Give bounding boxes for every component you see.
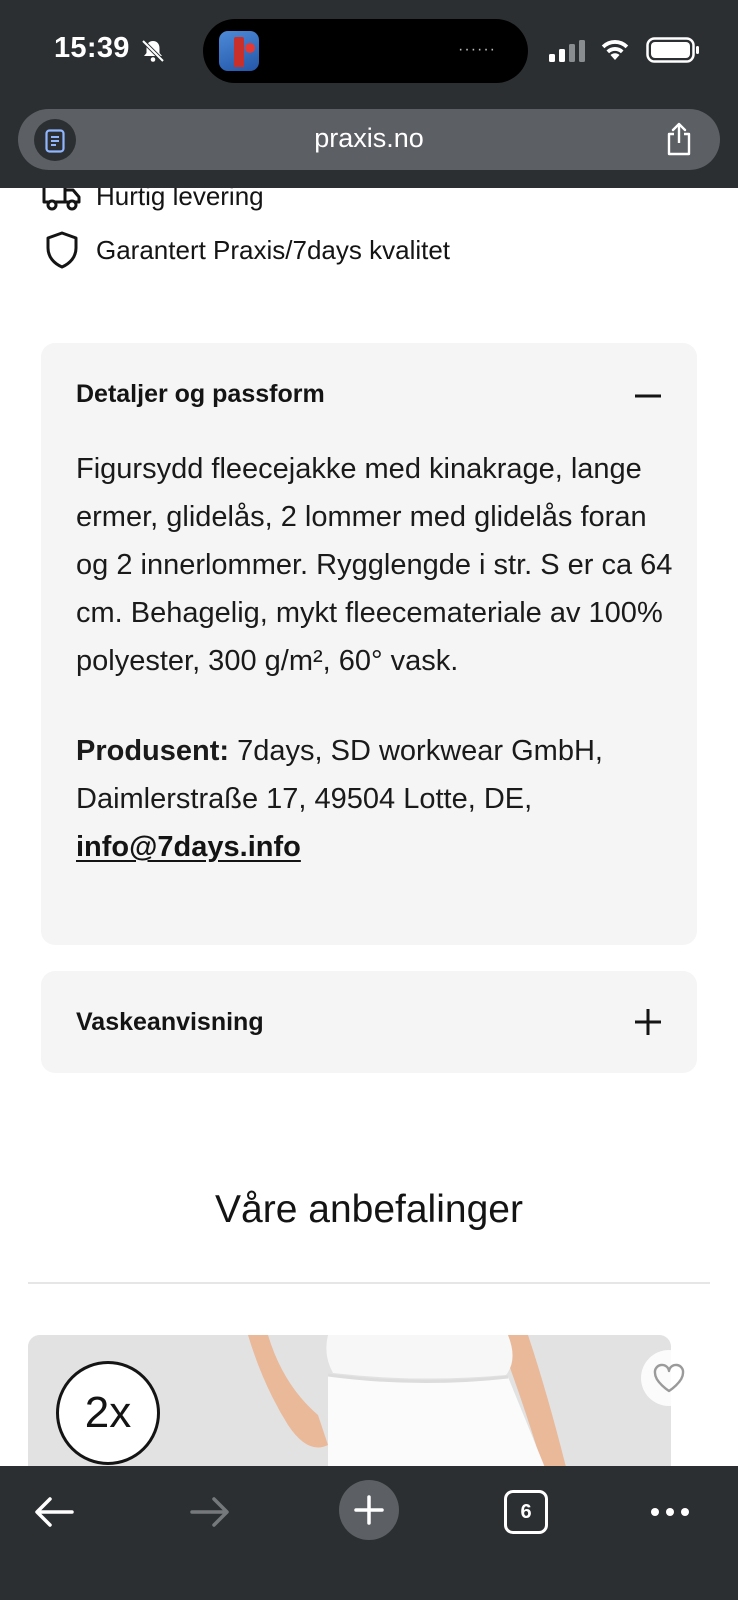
arrow-left-icon [35, 1497, 74, 1527]
bell-slash-icon [141, 39, 165, 63]
share-icon[interactable] [664, 122, 694, 156]
truck-icon [42, 188, 81, 211]
url-text[interactable]: praxis.no [18, 123, 720, 154]
tabs-button[interactable]: 6 [504, 1490, 548, 1534]
wifi-icon [601, 39, 629, 60]
signal-icon [549, 40, 585, 62]
accordion-washing-instructions[interactable]: Vaskeanvisning [41, 971, 697, 1073]
more-button[interactable] [640, 1482, 700, 1542]
divider [28, 1282, 710, 1284]
plus-icon[interactable] [633, 1007, 663, 1037]
usp-label: Hurtig levering [96, 188, 264, 211]
new-tab-button[interactable] [339, 1480, 399, 1540]
plus-icon [354, 1495, 384, 1525]
product-description: Figursydd fleecejakke med kinakrage, lan… [76, 453, 673, 677]
favorite-button[interactable] [641, 1350, 697, 1406]
status-time: 15:39 [54, 32, 130, 64]
battery-icon [646, 37, 699, 63]
producer-email-link[interactable]: info@7days.info [76, 831, 301, 863]
heart-icon [653, 1363, 685, 1393]
arrow-right-icon [190, 1497, 229, 1527]
forward-button[interactable] [180, 1482, 240, 1542]
usp-quality-guarantee: Garantert Praxis/7days kvalitet [42, 230, 450, 270]
accordion-details-fit: Detaljer og passform Figursydd fleecejak… [41, 343, 697, 945]
url-field[interactable]: praxis.no [18, 109, 720, 170]
recommendations-heading: Våre anbefalinger [215, 1188, 523, 1231]
app-icon[interactable] [219, 31, 259, 71]
browser-toolbar: 6 [0, 1466, 738, 1600]
island-dots-icon: ······ [458, 41, 496, 58]
usp-fast-delivery: Hurtig levering [42, 188, 264, 216]
producer-label: Produsent: [76, 735, 230, 767]
minus-icon[interactable] [633, 381, 663, 411]
usp-label: Garantert Praxis/7days kvalitet [96, 234, 451, 265]
accordion-title[interactable]: Vaskeanvisning [76, 1008, 264, 1037]
product-card[interactable]: 2x [28, 1335, 671, 1466]
dynamic-island[interactable]: ······ [203, 19, 528, 83]
accordion-title[interactable]: Detaljer og passform [76, 380, 325, 409]
page-content: Hurtig levering Garantert Praxis/7days k… [0, 188, 738, 1466]
more-icon [651, 1508, 689, 1516]
multipack-badge: 2x [56, 1361, 160, 1465]
browser-address-bar: praxis.no [0, 100, 738, 188]
shield-icon [46, 231, 78, 269]
status-bar: 15:39 ······ [0, 0, 738, 100]
producer-info: Produsent: 7days, SD workwear GmbH, Daim… [76, 727, 676, 871]
back-button[interactable] [24, 1482, 84, 1542]
accordion-body: Figursydd fleecejakke med kinakrage, lan… [76, 445, 676, 871]
